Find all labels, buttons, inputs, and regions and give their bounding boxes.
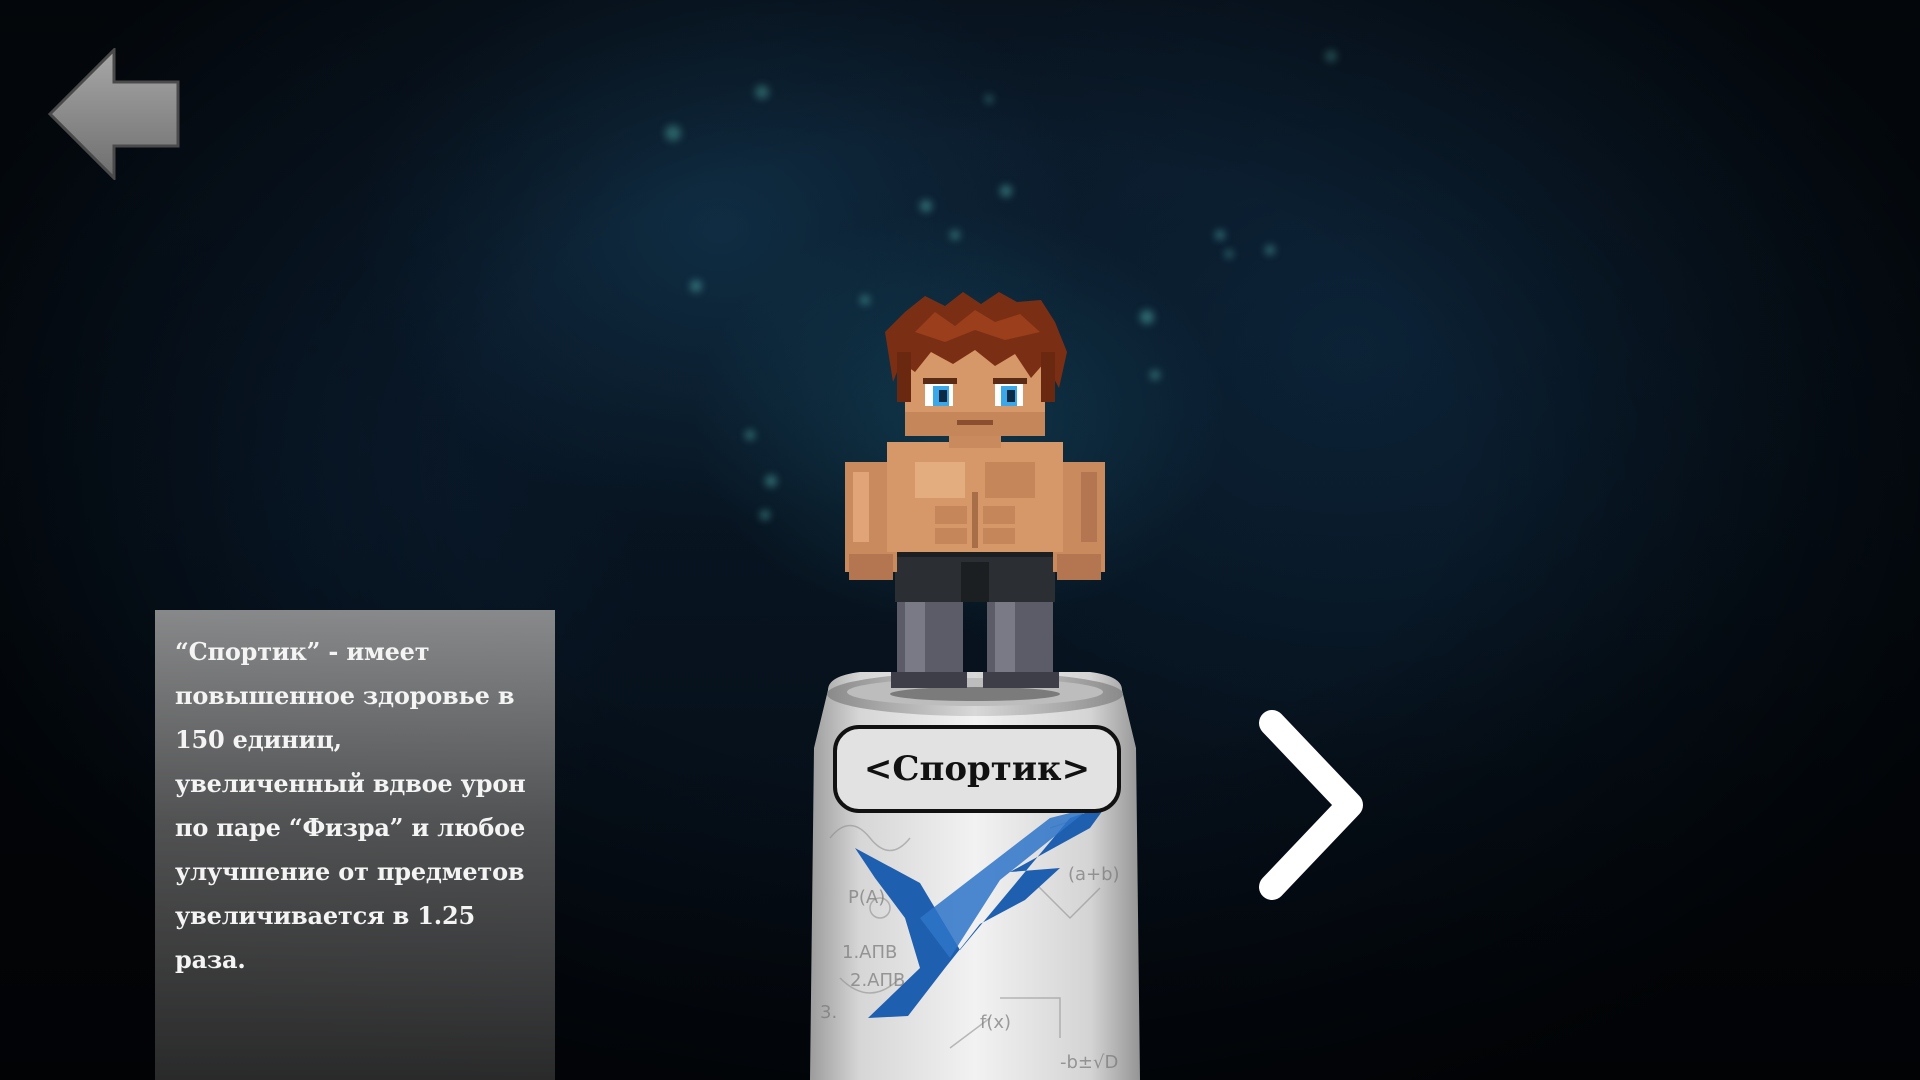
svg-text:3.: 3. (820, 1002, 837, 1023)
svg-text:(a+b): (a+b) (1068, 864, 1120, 885)
svg-text:f(x): f(x) (980, 1012, 1011, 1033)
next-character-button[interactable] (1250, 705, 1370, 905)
sportik-character-sprite (845, 292, 1105, 701)
chevron-right-icon (1259, 710, 1363, 900)
character-description: “Спортик” - имеет повышенное здоровье в … (175, 637, 526, 974)
svg-text:P(A): P(A) (848, 887, 885, 908)
svg-text:-b±√D: -b±√D (1060, 1052, 1118, 1073)
svg-text:2.AПB: 2.AПB (850, 970, 905, 991)
svg-text:1.AПB: 1.AПB (842, 942, 897, 963)
character-name-plate: <Спортик> (833, 725, 1121, 813)
left-arrow-icon (47, 46, 180, 182)
back-button[interactable] (47, 46, 180, 182)
description-panel: “Спортик” - имеет повышенное здоровье в … (155, 610, 555, 1080)
